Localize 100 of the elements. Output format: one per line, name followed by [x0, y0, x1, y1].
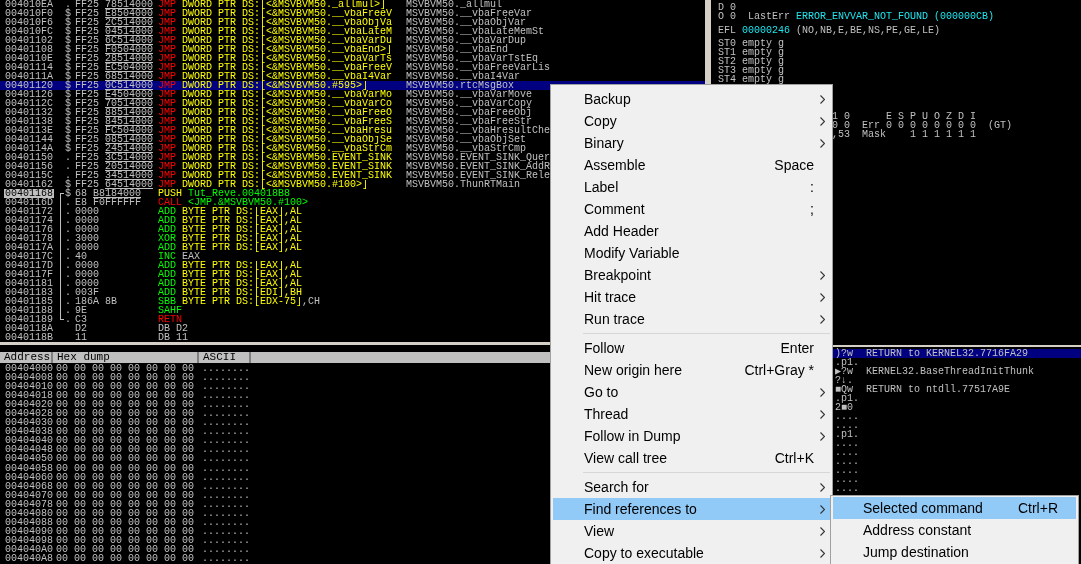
- disassembly-row[interactable]: 004010F0 $ FF25 E8504000 JMP DWORD PTR DS:[<&MSVBVM50.__vbaFreeV MSVBVM50.__vbaFreeVar: [0, 9, 705, 18]
- dump-address: 004040A0: [4, 544, 54, 554]
- stack-row[interactable]: .p1.: [833, 394, 1081, 403]
- operand: DWORD PTR DS:[<&MSVBVM50.__vbaVarMo: [182, 90, 393, 99]
- stack-row[interactable]: ....: [833, 439, 1081, 448]
- operand: DWORD PTR DS:[<&MSVBVM50.__vbaI4Var: [182, 72, 393, 81]
- disassembly-row[interactable]: 00401114 $ FF25 EC504000 JMP DWORD PTR DS:[<&MSVBVM50.__vbaFreeV MSVBVM50.__vbaFreeVarLis: [0, 63, 705, 72]
- hex-bytes: 0000: [75, 216, 99, 225]
- shortcut-label: Ctrl+K: [774, 448, 814, 468]
- stack-row[interactable]: ....: [833, 448, 1081, 457]
- stack-row[interactable]: 2■0: [833, 403, 1081, 412]
- menu-item[interactable]: Follow in Dump: [553, 425, 830, 447]
- operand: DWORD PTR DS:[<&MSVBVM50.__vbaFreeO: [182, 108, 393, 117]
- mnemonic: JMP: [158, 63, 176, 72]
- menu-item[interactable]: Label :: [553, 176, 830, 198]
- disassembly-row[interactable]: 0040110E $ FF25 28514000 JMP DWORD PTR DS:[<&MSVBVM50.__vbaVarTs MSVBVM50.__vbaVarTstEq: [0, 54, 705, 63]
- stack-ascii: )?w: [835, 349, 853, 358]
- chevron-right-icon: [819, 270, 825, 280]
- menu-item[interactable]: Address constant: [833, 519, 1076, 541]
- hex-dump-bytes: 00 00 00 00 00 00 00 00: [56, 508, 196, 518]
- mnemonic: JMP: [158, 144, 176, 153]
- shortcut-label: Space: [774, 155, 814, 175]
- stack-row[interactable]: ....: [833, 475, 1081, 484]
- menu-item[interactable]: Hit trace: [553, 286, 830, 308]
- ascii-text: ........: [202, 554, 250, 564]
- stack-row[interactable]: )?w RETURN to KERNEL32.7716FA29: [833, 349, 1081, 358]
- menu-item[interactable]: Copy: [553, 110, 830, 132]
- hex-dump-bytes: 00 00 00 00 00 00 00 00: [56, 517, 196, 527]
- address-cell: 00401178: [4, 234, 54, 243]
- chevron-right-icon: [819, 504, 825, 514]
- address-cell: 0040117C: [4, 252, 54, 261]
- dump-address: 00404018: [4, 391, 54, 401]
- marker-symbol: $: [65, 144, 71, 153]
- operand: DWORD PTR DS:[<&MSVBVM50.__vbaLateM: [182, 27, 393, 36]
- marker-symbol: $: [65, 117, 71, 126]
- stack-row[interactable]: ....: [833, 421, 1081, 430]
- chevron-right-icon: [819, 409, 825, 419]
- menu-item[interactable]: Go to: [553, 381, 830, 403]
- menu-item[interactable]: Jump destination: [833, 541, 1076, 563]
- disassembly-row[interactable]: 00401108 $ FF25 F0504000 JMP DWORD PTR DS:[<&MSVBVM50.__vbaEnd>] MSVBVM50.__vbaEnd: [0, 45, 705, 54]
- hex-bytes: C3: [75, 315, 87, 324]
- marker-symbol: $: [65, 99, 71, 108]
- marker-symbol: $: [65, 108, 71, 117]
- fixup-bytes: EC504000: [105, 63, 154, 72]
- chevron-right-icon: [819, 314, 825, 324]
- stack-row[interactable]: ....: [833, 466, 1081, 475]
- dump-address: 00404070: [4, 490, 54, 500]
- hex-bytes: E8 F0FFFFFF: [75, 198, 141, 207]
- hex-bytes: 0000: [75, 243, 99, 252]
- stack-row[interactable]: .p1.: [833, 430, 1081, 439]
- operand: DWORD PTR DS:[<&MSVBVM50.__vbaEnd>]: [182, 45, 393, 54]
- menu-item[interactable]: Modify Variable: [553, 242, 830, 264]
- chevron-right-icon: [819, 526, 825, 536]
- stack-row[interactable]: .p1.: [833, 358, 1081, 367]
- menu-item[interactable]: View: [553, 520, 830, 542]
- menu-item[interactable]: Assemble Space: [553, 154, 830, 176]
- menu-item[interactable]: Search for: [553, 476, 830, 498]
- stack-row[interactable]: ....: [833, 457, 1081, 466]
- stack-ascii: ....: [835, 466, 860, 475]
- address-cell: 0040117D: [4, 261, 54, 270]
- menu-item[interactable]: Find references to: [553, 498, 830, 520]
- menu-item[interactable]: Backup: [553, 88, 830, 110]
- menu-item[interactable]: View call tree Ctrl+K: [553, 447, 830, 469]
- hex-bytes: FF25: [75, 54, 99, 63]
- menu-item[interactable]: Selected command Ctrl+R: [833, 497, 1076, 519]
- disassembly-row[interactable]: 00401102 $ FF25 6C514000 JMP DWORD PTR DS:[<&MSVBVM50.__vbaVarDu MSVBVM50.__vbaVarDup: [0, 36, 705, 45]
- chevron-right-icon: [819, 548, 825, 558]
- stack-ascii: ?↓.: [835, 376, 854, 385]
- disassembly-row[interactable]: 0040111A $ FF25 68514000 JMP DWORD PTR DS:[<&MSVBVM50.__vbaI4Var MSVBVM50.__vbaI4Var: [0, 72, 705, 81]
- menu-item[interactable]: Thread: [553, 403, 830, 425]
- hex-bytes: FF25: [75, 144, 99, 153]
- mnemonic: ADD: [158, 243, 176, 252]
- menu-item[interactable]: Copy to executable: [553, 542, 830, 564]
- stack-row[interactable]: ?↓.: [833, 376, 1081, 385]
- fixup-bytes: E4504000: [105, 90, 154, 99]
- operand: DWORD PTR DS:[<&MSVBVM50.__vbaObjVa: [182, 18, 393, 27]
- shortcut-label: Enter: [780, 338, 814, 358]
- hex-dump-bytes: 00 00 00 00 00 00 00 00: [56, 472, 196, 482]
- stack-row[interactable]: ....: [833, 484, 1081, 493]
- stack-row[interactable]: ....: [833, 412, 1081, 421]
- hex-dump-bytes: 00 00 00 00 00 00 00 00: [56, 436, 196, 446]
- menu-item[interactable]: Follow Enter: [553, 337, 830, 359]
- stack-row[interactable]: ■Qw RETURN to ntdll.77517A9E: [833, 385, 1081, 394]
- ascii-text: ........: [202, 544, 250, 554]
- marker-symbol: $: [65, 27, 71, 36]
- menu-item[interactable]: Binary: [553, 132, 830, 154]
- disassembly-row[interactable]: 004010FC $ FF25 04514000 JMP DWORD PTR DS:[<&MSVBVM50.__vbaLateM MSVBVM50.__vbaLateMemSt: [0, 27, 705, 36]
- hex-bytes: 3000: [75, 234, 99, 243]
- disassembly-row[interactable]: 004010EA . FF25 78514000 JMP DWORD PTR DS:[<&MSVBVM50._allmul>] MSVBVM50._allmul: [0, 0, 705, 9]
- stack-ascii: ....: [835, 448, 860, 457]
- mnemonic: JMP: [158, 117, 176, 126]
- disassembly-row[interactable]: 004010F6 $ FF25 2C514000 JMP DWORD PTR DS:[<&MSVBVM50.__vbaObjVa MSVBVM50.__vbaObjVar: [0, 18, 705, 27]
- dump-address: 00404088: [4, 517, 54, 527]
- stack-row[interactable]: ▶?w KERNEL32.BaseThreadInitThunk: [833, 367, 1081, 376]
- menu-item[interactable]: New origin here Ctrl+Gray *: [553, 359, 830, 381]
- fixup-bytes: F0504000: [105, 45, 154, 54]
- mnemonic: RETN: [158, 315, 182, 324]
- fixup-bytes: 2C514000: [105, 18, 154, 27]
- stack-ascii: .p1.: [835, 358, 860, 367]
- dump-address: 00404028: [4, 409, 54, 419]
